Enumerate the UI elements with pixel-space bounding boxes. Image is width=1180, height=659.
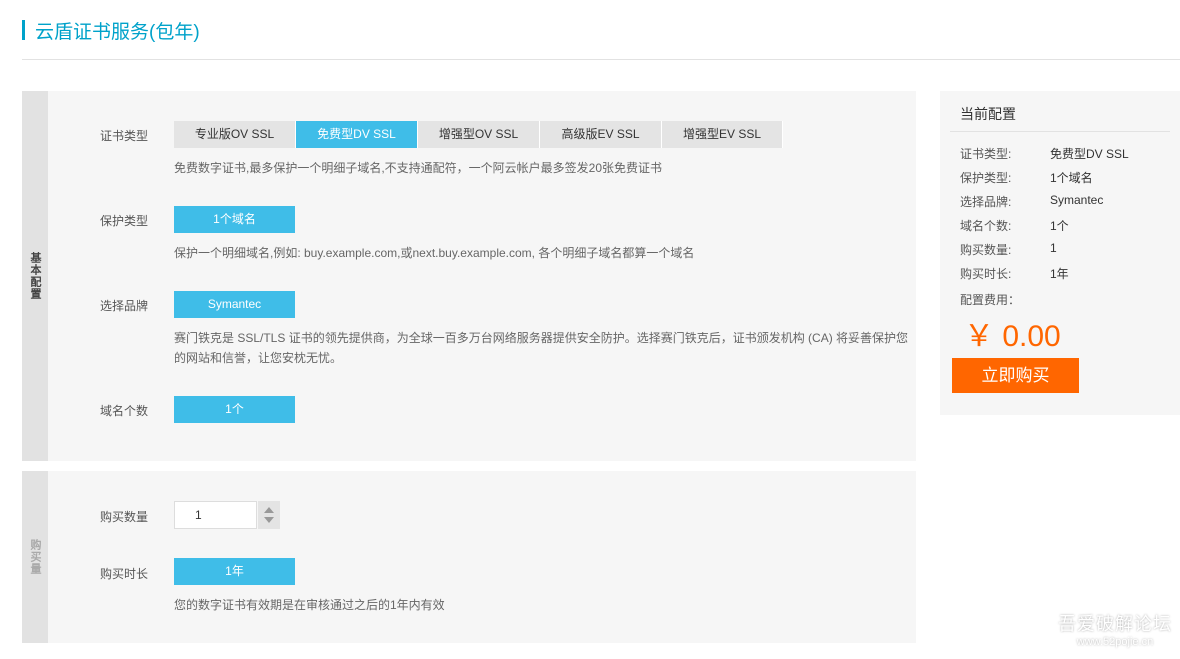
cert-type-label: 证书类型 xyxy=(100,129,149,143)
current-config-summary: 当前配置 证书类型: 免费型DV SSL 保护类型: 1个域名 选择品牌: Sy… xyxy=(940,91,1180,415)
summary-row-value: 1 xyxy=(1050,241,1057,255)
title-accent-bar xyxy=(22,20,25,40)
purchase-panel: 购买量 购买数量 1 购买时长 1年 您的数字证书有效期是在审核通过之后的1年内… xyxy=(22,471,916,643)
summary-row-label: 域名个数: xyxy=(960,219,1012,233)
page-header: 云盾证书服务(包年) xyxy=(22,18,200,43)
summary-row-value: 免费型DV SSL xyxy=(1050,147,1129,161)
protect-type-option[interactable]: 1个域名 xyxy=(174,206,295,233)
cert-type-option-enhanced-ev[interactable]: 增强型EV SSL xyxy=(662,121,783,148)
summary-title: 当前配置 xyxy=(960,106,1016,122)
brand-option-symantec[interactable]: Symantec xyxy=(174,291,295,318)
summary-row-label: 购买数量: xyxy=(960,243,1012,257)
summary-row-value: Symantec xyxy=(1050,193,1104,207)
summary-row-value: 1个 xyxy=(1050,219,1069,233)
summary-row-value: 1年 xyxy=(1050,267,1069,281)
purchase-side-label: 购买量 xyxy=(29,539,41,575)
cert-type-option-pro-ov[interactable]: 专业版OV SSL xyxy=(174,121,296,148)
domain-count-label: 域名个数 xyxy=(100,404,149,418)
cert-type-option-advanced-ev[interactable]: 高级版EV SSL xyxy=(540,121,662,148)
page-title: 云盾证书服务(包年) xyxy=(35,21,200,43)
brand-description-line1: 赛门铁克是 SSL/TLS 证书的领先提供商，为全球一百多万台网络服务器提供安全… xyxy=(174,331,909,345)
buy-now-button[interactable]: 立即购买 xyxy=(952,358,1079,393)
duration-description: 您的数字证书有效期是在审核通过之后的1年内有效 xyxy=(174,598,445,612)
summary-row-label: 选择品牌: xyxy=(960,195,1012,209)
purchase-side-tab: 购买量 xyxy=(22,471,48,643)
quantity-label: 购买数量 xyxy=(100,510,149,524)
stepper-up-icon[interactable] xyxy=(264,507,274,513)
price-value: ￥ 0.00 xyxy=(964,320,1061,353)
quantity-stepper[interactable] xyxy=(258,501,280,529)
basic-config-side-label: 基本配置 xyxy=(29,252,41,300)
duration-label: 购买时长 xyxy=(100,567,149,581)
fee-label: 配置费用： xyxy=(960,293,1021,307)
summary-row-value: 1个域名 xyxy=(1050,171,1093,185)
protect-type-description: 保护一个明细域名,例如: buy.example.com,或next.buy.e… xyxy=(174,246,695,260)
watermark: 吾爱破解论坛 www.52pojie.cn xyxy=(1058,610,1172,648)
basic-config-side-tab: 基本配置 xyxy=(22,91,48,461)
watermark-line1: 吾爱破解论坛 xyxy=(1058,614,1172,634)
brand-description-line2: 的网站和信誉，让您安枕无忧。 xyxy=(174,351,343,365)
summary-row-label: 购买时长: xyxy=(960,267,1012,281)
summary-row-label: 保护类型: xyxy=(960,171,1012,185)
cert-type-description: 免费数字证书,最多保护一个明细子域名,不支持通配符，一个阿云帐户最多签发20张免… xyxy=(174,161,663,175)
summary-row-label: 证书类型: xyxy=(960,147,1012,161)
protect-type-label: 保护类型 xyxy=(100,214,149,228)
brand-label: 选择品牌 xyxy=(100,299,149,313)
cert-type-option-enhanced-ov[interactable]: 增强型OV SSL xyxy=(418,121,540,148)
basic-config-panel: 基本配置 证书类型 专业版OV SSL 免费型DV SSL 增强型OV SSL … xyxy=(22,91,916,461)
watermark-line2: www.52pojie.cn xyxy=(1076,636,1154,648)
cert-type-option-free-dv[interactable]: 免费型DV SSL xyxy=(296,121,418,148)
quantity-input[interactable]: 1 xyxy=(174,501,257,529)
summary-divider xyxy=(950,131,1170,132)
domain-count-option[interactable]: 1个 xyxy=(174,396,295,423)
header-divider xyxy=(22,59,1180,60)
duration-option[interactable]: 1年 xyxy=(174,558,295,585)
stepper-down-icon[interactable] xyxy=(264,517,274,523)
